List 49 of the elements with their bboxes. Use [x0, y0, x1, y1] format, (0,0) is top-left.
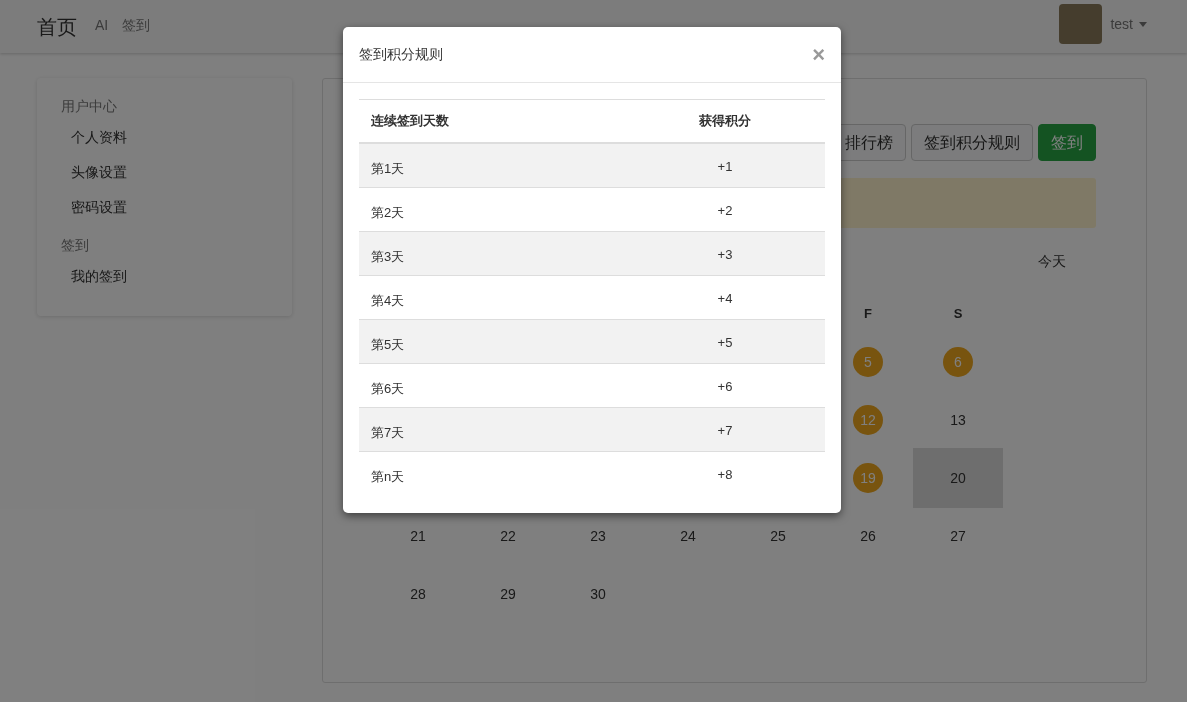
table-cell-text: +2 — [716, 202, 734, 220]
column-header: 连续签到天数 — [370, 112, 450, 131]
toolbar-button[interactable]: 签到积分规则 — [911, 124, 1033, 161]
day-cell[interactable]: 21 — [410, 525, 426, 547]
day-cell[interactable]: 20 — [913, 448, 1003, 508]
modal-title: 签到积分规则 — [359, 45, 443, 64]
table-cell-text: +8 — [716, 466, 734, 484]
brand-link[interactable]: 首页 — [37, 11, 77, 42]
user-menu-button[interactable]: test — [1110, 13, 1147, 35]
table-cell-text: 第4天 — [370, 292, 406, 310]
column-header: 获得积分 — [698, 112, 752, 131]
day-cell[interactable]: 25 — [770, 525, 786, 547]
table-cell-text: 第n天 — [370, 468, 406, 486]
table-cell-text: 第7天 — [370, 424, 406, 442]
day-cell[interactable]: 13 — [950, 409, 966, 431]
toolbar-button[interactable]: 签到 — [1038, 124, 1096, 161]
nav-link[interactable]: AI — [95, 14, 109, 36]
day-cell[interactable]: 30 — [590, 583, 606, 605]
sidebar-item[interactable]: 个人资料 — [61, 120, 268, 155]
day-cell[interactable]: 22 — [500, 525, 516, 547]
weekday-label: F — [864, 305, 872, 324]
sidebar-item[interactable]: 我的签到 — [61, 259, 268, 294]
nav-link[interactable]: 签到 — [122, 14, 151, 36]
table-cell-text: +1 — [716, 158, 734, 176]
table-cell-text: +5 — [716, 334, 734, 352]
day-cell[interactable]: 29 — [500, 583, 516, 605]
table-cell-text: 第5天 — [370, 336, 406, 354]
sidebar-heading: 签到 — [61, 236, 90, 255]
today-button[interactable]: 今天 — [1038, 250, 1066, 272]
table-cell-text: 第6天 — [370, 380, 406, 398]
day-cell[interactable]: 24 — [680, 525, 696, 547]
caret-icon — [1139, 21, 1147, 27]
table-cell-text: 第1天 — [370, 160, 406, 178]
weekday-label: S — [953, 305, 963, 324]
day-cell[interactable]: 27 — [950, 525, 966, 547]
table-cell-text: 第2天 — [370, 204, 406, 222]
table-cell-text: +3 — [716, 246, 734, 264]
table-cell-text: 第3天 — [370, 248, 406, 266]
table-cell-text: +6 — [716, 378, 734, 396]
sidebar-item[interactable]: 密码设置 — [61, 190, 268, 225]
table-cell-text: +4 — [716, 290, 734, 308]
day-cell[interactable]: 28 — [410, 583, 426, 605]
sidebar-heading: 用户中心 — [61, 97, 118, 116]
avatar-placeholder — [1059, 4, 1103, 44]
sidebar-item[interactable]: 头像设置 — [61, 155, 268, 190]
close-button[interactable]: × — [812, 43, 825, 66]
day-cell[interactable]: 26 — [860, 525, 876, 547]
table-cell-text: +7 — [716, 422, 734, 440]
day-cell[interactable]: 23 — [590, 525, 606, 547]
